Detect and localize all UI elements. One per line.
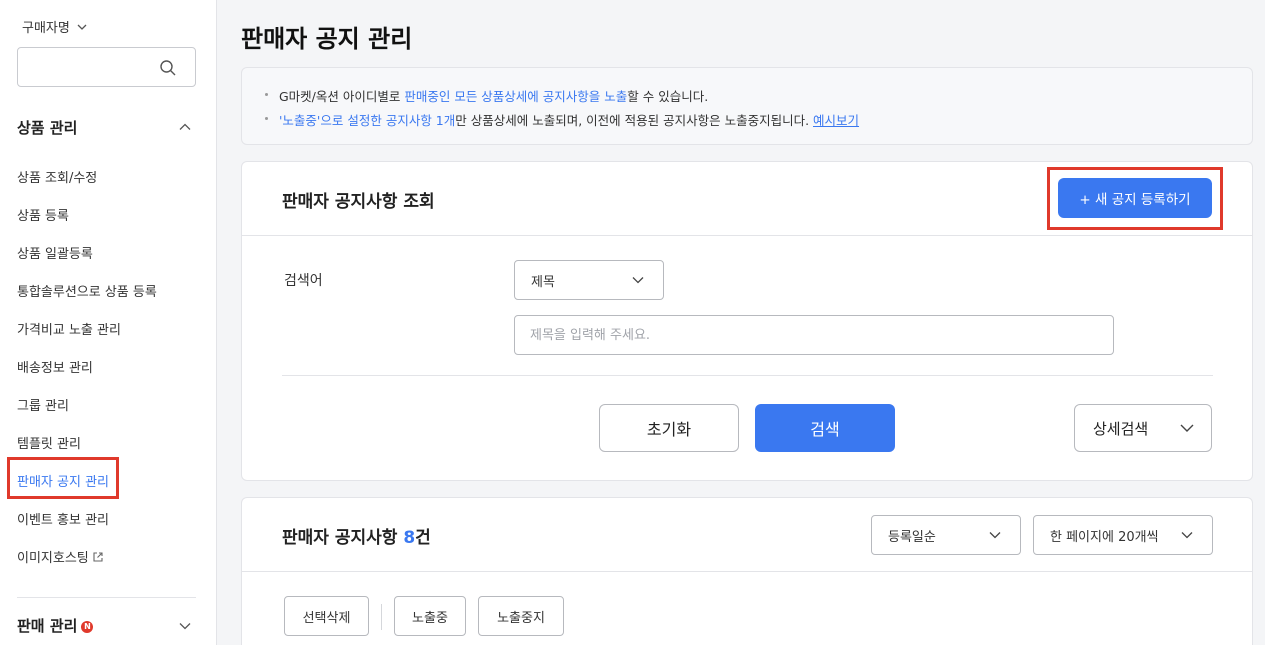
sidebar-item-price-compare[interactable]: 가격비교 노출 관리	[17, 319, 121, 338]
search-button[interactable]: 검색	[755, 404, 895, 452]
sidebar-item-template[interactable]: 템플릿 관리	[17, 433, 81, 452]
delete-selected-button[interactable]: 선택삭제	[284, 596, 369, 636]
highlight-box	[7, 457, 119, 499]
sidebar-item-image-hosting[interactable]: 이미지호스팅	[17, 547, 104, 566]
select-value: 한 페이지에 20개씩	[1050, 529, 1159, 545]
sidebar-divider	[17, 597, 196, 598]
info-highlight: '노출중'으로 설정한 공지사항 1개	[279, 113, 456, 128]
search-type-select[interactable]: 제목	[514, 260, 664, 300]
sidebar-item-group[interactable]: 그룹 관리	[17, 395, 69, 414]
list-title-text: 판매자 공지사항	[282, 528, 404, 548]
sidebar-item-product-edit[interactable]: 상품 조회/수정	[17, 167, 97, 186]
sidebar-item-event-promo[interactable]: 이벤트 홍보 관리	[17, 509, 109, 528]
form-divider	[282, 375, 1213, 376]
chevron-up-icon[interactable]	[178, 120, 192, 134]
show-button[interactable]: 노출중	[394, 596, 466, 636]
info-box: G마켓/옥션 아이디별로 판매중인 모든 상품상세에 공지사항을 노출할 수 있…	[241, 67, 1253, 145]
sidebar-item-product-register[interactable]: 상품 등록	[17, 205, 69, 224]
search-icon[interactable]	[159, 59, 177, 77]
info-line: G마켓/옥션 아이디별로 판매중인 모든 상품상세에 공지사항을 노출할 수 있…	[264, 86, 709, 105]
detail-search-button[interactable]: 상세검색	[1074, 404, 1212, 452]
sidebar: 구매자명 상품 관리 상품 조회/수정 상품 등록 상품 일괄등록 통합솔루션으…	[0, 0, 217, 645]
sidebar-item-solution-register[interactable]: 통합솔루션으로 상품 등록	[17, 281, 157, 300]
sidebar-item-label: 이미지호스팅	[17, 551, 89, 566]
button-divider	[381, 604, 382, 630]
external-link-icon	[93, 552, 103, 562]
notice-search-card: 판매자 공지사항 조회 + 새 공지 등록하기 검색어 제목 초기화 검색 상세…	[241, 161, 1253, 481]
sidebar-group-product[interactable]: 상품 관리	[17, 117, 77, 138]
notice-list-card: 판매자 공지사항 8건 등록일순 한 페이지에 20개씩 선택삭제 노출중 노출…	[241, 497, 1253, 645]
buyer-name-dropdown[interactable]: 구매자명	[22, 17, 88, 36]
sidebar-item-shipping-info[interactable]: 배송정보 관리	[17, 357, 93, 376]
page-size-select[interactable]: 한 페이지에 20개씩	[1033, 515, 1213, 555]
sidebar-search-input[interactable]	[17, 47, 196, 87]
info-highlight: 판매중인 모든 상품상세에 공지사항을 노출	[404, 89, 628, 104]
chevron-down-icon	[1180, 424, 1194, 432]
info-text: 할 수 있습니다.	[627, 89, 709, 104]
page-title: 판매자 공지 관리	[241, 25, 413, 53]
card-divider	[242, 571, 1252, 572]
example-link[interactable]: 예시보기	[813, 113, 859, 128]
info-text: 만 상품상세에 노출되며, 이전에 적용된 공지사항은 노출중지됩니다.	[455, 113, 814, 128]
notice-count: 8	[403, 528, 416, 548]
highlight-box	[1047, 167, 1223, 230]
reset-button[interactable]: 초기화	[599, 404, 739, 452]
keyword-label: 검색어	[284, 273, 323, 289]
chevron-down-icon	[989, 532, 1001, 539]
chevron-down-icon	[77, 24, 87, 30]
chevron-down-icon[interactable]	[178, 619, 192, 633]
list-title: 판매자 공지사항 8건	[282, 523, 431, 548]
select-value: 제목	[531, 274, 555, 290]
new-badge: N	[81, 621, 94, 633]
info-line: '노출중'으로 설정한 공지사항 1개만 상품상세에 노출되며, 이전에 적용된…	[264, 110, 859, 129]
info-text: G마켓/옥션 아이디별로	[279, 89, 405, 104]
chevron-down-icon	[632, 277, 644, 284]
list-title-suffix: 건	[415, 528, 431, 548]
chevron-down-icon	[1181, 532, 1193, 539]
detail-search-label: 상세검색	[1093, 419, 1149, 438]
sort-select[interactable]: 등록일순	[871, 515, 1021, 555]
search-input[interactable]	[514, 315, 1114, 355]
select-value: 등록일순	[888, 529, 936, 545]
card-divider	[242, 235, 1252, 236]
card-title: 판매자 공지사항 조회	[282, 192, 435, 212]
sidebar-group-label: 판매 관리	[17, 617, 78, 635]
buyer-name-label: 구매자명	[22, 21, 70, 36]
sidebar-item-bulk-register[interactable]: 상품 일괄등록	[17, 243, 93, 262]
stop-show-button[interactable]: 노출중지	[478, 596, 564, 636]
sidebar-group-sales[interactable]: 판매 관리 N	[17, 615, 94, 636]
